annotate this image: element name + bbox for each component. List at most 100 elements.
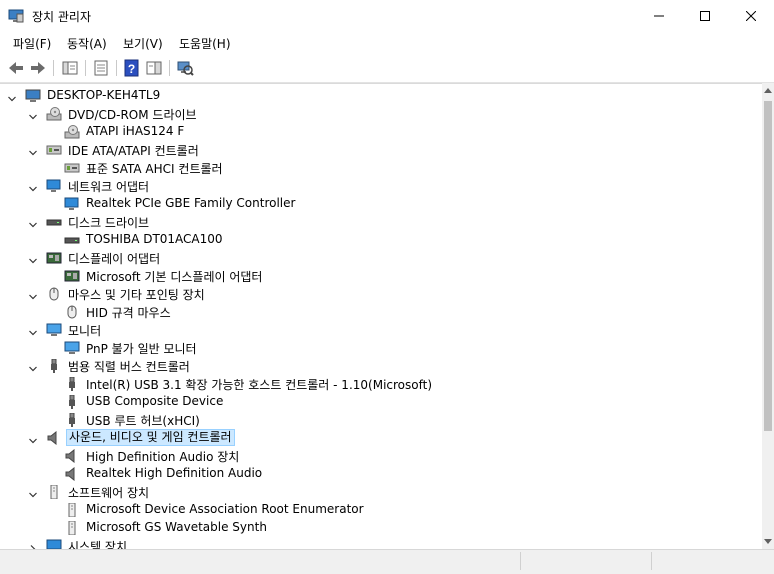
disk-drive-icon — [46, 215, 62, 229]
mouse-icon — [46, 287, 62, 301]
ide-controller-icon — [46, 143, 62, 157]
tree-root-label: DESKTOP-KEH4TL9 — [47, 88, 161, 102]
collapse-chevron-icon[interactable] — [29, 290, 37, 300]
collapse-chevron-icon[interactable] — [29, 434, 37, 444]
usb-icon — [64, 376, 80, 391]
svg-text:?: ? — [128, 62, 135, 76]
tree-device-label: PnP 불가 일반 모니터 — [86, 342, 197, 356]
tree-category-label: 디스크 드라이브 — [68, 216, 150, 230]
tree-category[interactable]: 모니터 — [0, 321, 700, 339]
help-icon[interactable]: ? — [123, 59, 141, 77]
scroll-down-arrow-icon[interactable] — [764, 539, 772, 545]
mouse-icon — [64, 305, 80, 319]
scrollbar-thumb[interactable] — [764, 101, 772, 431]
tree-category[interactable]: 디스플레이 어댑터 — [0, 249, 700, 267]
tree-device[interactable]: Microsoft 기본 디스플레이 어댑터 — [0, 267, 700, 285]
speaker-icon — [46, 430, 62, 446]
tree-device[interactable]: Microsoft GS Wavetable Synth — [0, 519, 700, 537]
collapse-chevron-icon[interactable] — [29, 146, 37, 156]
tree-category-label: DVD/CD-ROM 드라이브 — [68, 108, 197, 122]
title-bar: 장치 관리자 — [0, 0, 774, 32]
forward-arrow-icon[interactable] — [29, 59, 47, 77]
collapse-chevron-icon[interactable] — [29, 326, 37, 336]
toolbar-separator — [85, 60, 86, 76]
disk-drive-icon — [64, 233, 80, 247]
tree-device[interactable]: Intel(R) USB 3.1 확장 가능한 호스트 컨트롤러 - 1.10(… — [0, 375, 700, 393]
scan-hardware-icon[interactable] — [176, 59, 194, 77]
back-arrow-icon[interactable] — [7, 59, 25, 77]
tree-category[interactable]: 소프트웨어 장치 — [0, 483, 700, 501]
tree-category-label: 범용 직렬 버스 컨트롤러 — [68, 360, 190, 374]
close-button[interactable] — [728, 0, 774, 32]
collapse-chevron-icon[interactable] — [29, 254, 37, 264]
tree-device-label: High Definition Audio 장치 — [86, 450, 240, 464]
tree-category[interactable]: 마우스 및 기타 포인팅 장치 — [0, 285, 700, 303]
menu-help[interactable]: 도움말(H) — [179, 35, 231, 52]
computer-icon — [25, 89, 41, 103]
tree-category-label: 모니터 — [68, 324, 102, 338]
collapse-chevron-icon[interactable] — [29, 182, 37, 192]
tree-category-label: 디스플레이 어댑터 — [68, 252, 161, 266]
tree-device-label: Intel(R) USB 3.1 확장 가능한 호스트 컨트롤러 - 1.10(… — [86, 378, 433, 392]
software-device-icon — [46, 484, 62, 500]
tree-device-label: Microsoft Device Association Root Enumer… — [86, 502, 364, 516]
tree-device[interactable]: USB Composite Device — [0, 393, 700, 411]
status-bar — [0, 549, 774, 574]
tree-device[interactable]: TOSHIBA DT01ACA100 — [0, 231, 700, 249]
console-tree-icon[interactable] — [61, 59, 79, 77]
speaker-icon — [64, 466, 80, 482]
tree-category[interactable]: 사운드, 비디오 및 게임 컨트롤러 — [0, 429, 700, 447]
network-adapter-icon — [46, 179, 62, 193]
status-cell-main — [0, 552, 521, 570]
menu-action[interactable]: 동작(A) — [67, 35, 107, 52]
usb-icon — [64, 412, 80, 427]
tree-root[interactable]: DESKTOP-KEH4TL9 — [0, 87, 700, 105]
tree-device[interactable]: Realtek PCIe GBE Family Controller — [0, 195, 700, 213]
tree-device-label: Microsoft GS Wavetable Synth — [86, 520, 267, 534]
tree-category[interactable]: 네트워크 어댑터 — [0, 177, 700, 195]
dvd-drive-icon — [64, 125, 80, 139]
tree-category-label: 소프트웨어 장치 — [68, 486, 150, 500]
collapse-chevron-icon[interactable] — [29, 362, 37, 372]
tree-device[interactable]: 표준 SATA AHCI 컨트롤러 — [0, 159, 700, 177]
tree-device-label: USB 루트 허브(xHCI) — [86, 414, 200, 428]
device-manager-icon — [8, 9, 24, 23]
display-adapter-icon — [64, 269, 80, 283]
speaker-icon — [64, 448, 80, 464]
tree-device[interactable]: PnP 불가 일반 모니터 — [0, 339, 700, 357]
toolbar-separator — [169, 60, 170, 76]
menu-view[interactable]: 보기(V) — [123, 35, 163, 52]
tree-device[interactable]: High Definition Audio 장치 — [0, 447, 700, 465]
tree-category[interactable]: 범용 직렬 버스 컨트롤러 — [0, 357, 700, 375]
dvd-drive-icon — [46, 107, 62, 121]
tree-device[interactable]: Microsoft Device Association Root Enumer… — [0, 501, 700, 519]
tree-device[interactable]: Realtek High Definition Audio — [0, 465, 700, 483]
usb-icon — [46, 358, 62, 373]
collapse-chevron-icon[interactable] — [8, 92, 16, 102]
tree-device[interactable]: USB 루트 허브(xHCI) — [0, 411, 700, 429]
scroll-up-arrow-icon[interactable] — [764, 87, 772, 93]
minimize-button[interactable] — [636, 0, 682, 32]
action-pane-icon[interactable] — [145, 59, 163, 77]
collapse-chevron-icon[interactable] — [29, 488, 37, 498]
collapse-chevron-icon[interactable] — [29, 218, 37, 228]
tree-category[interactable]: 디스크 드라이브 — [0, 213, 700, 231]
usb-icon — [64, 394, 80, 409]
network-adapter-icon — [64, 197, 80, 211]
menu-file[interactable]: 파일(F) — [13, 35, 51, 52]
maximize-button[interactable] — [682, 0, 728, 32]
tree-category-label: 마우스 및 기타 포인팅 장치 — [68, 288, 205, 302]
software-device-icon — [64, 502, 80, 518]
vertical-scrollbar[interactable] — [762, 83, 774, 549]
tree-category-label: IDE ATA/ATAPI 컨트롤러 — [68, 144, 199, 158]
tree-device-label: Realtek PCIe GBE Family Controller — [86, 196, 296, 210]
tree-category[interactable]: DVD/CD-ROM 드라이브 — [0, 105, 700, 123]
toolbar-separator — [116, 60, 117, 76]
monitor-icon — [46, 323, 62, 337]
device-tree[interactable]: DESKTOP-KEH4TL9 DVD/CD-ROM 드라이브 ATAPI iHAS… — [0, 83, 762, 550]
tree-device[interactable]: HID 규격 마우스 — [0, 303, 700, 321]
properties-icon[interactable] — [92, 59, 110, 77]
tree-device[interactable]: ATAPI iHAS124 F — [0, 123, 700, 141]
tree-category[interactable]: IDE ATA/ATAPI 컨트롤러 — [0, 141, 700, 159]
collapse-chevron-icon[interactable] — [29, 110, 37, 120]
